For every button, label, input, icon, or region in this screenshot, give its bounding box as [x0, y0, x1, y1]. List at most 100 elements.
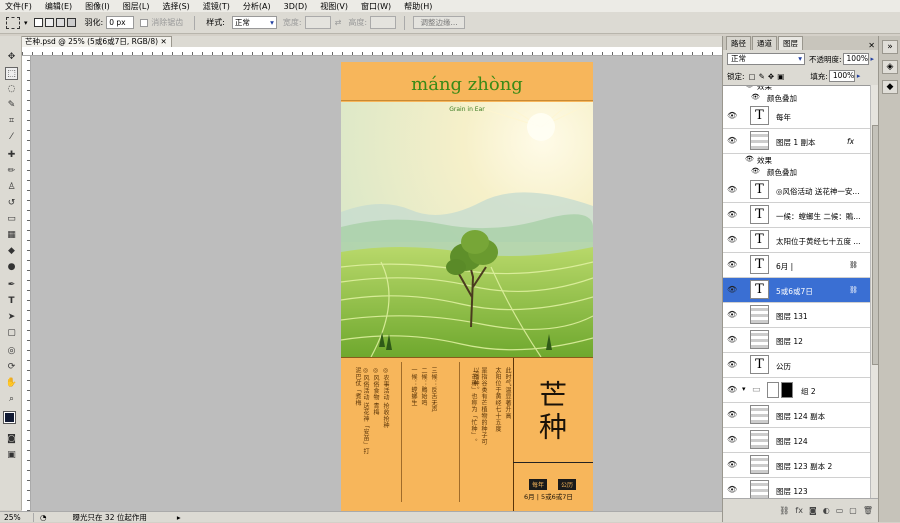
height-input[interactable]: [370, 16, 397, 29]
close-icon[interactable]: ✕: [160, 37, 166, 46]
shape-tool-icon[interactable]: ▢: [5, 327, 18, 340]
clone-stamp-icon[interactable]: ♙: [5, 181, 18, 194]
fx-icon[interactable]: fx: [847, 137, 854, 146]
menu-edit[interactable]: 编辑(E): [45, 1, 72, 12]
add-style-icon[interactable]: fx: [795, 506, 803, 515]
path-select-icon[interactable]: ➤: [5, 311, 18, 324]
layer-effect-row[interactable]: 👁 效果: [723, 86, 870, 92]
effect-visibility-icon[interactable]: 👁: [745, 86, 754, 89]
layer-row[interactable]: 👁 T 公历: [723, 353, 870, 378]
visibility-eye-icon[interactable]: 👁: [727, 385, 737, 394]
menu-filter[interactable]: 滤镜(T): [203, 1, 230, 12]
move-tool-icon[interactable]: ✥: [5, 51, 18, 64]
expand-group-icon[interactable]: ▾: [742, 385, 746, 393]
3d-orbit-icon[interactable]: ⟳: [5, 361, 18, 374]
visibility-eye-icon[interactable]: 👁: [727, 235, 737, 244]
delete-layer-icon[interactable]: 🗑: [863, 506, 873, 515]
document-canvas[interactable]: máng zhòng Grain in Ear ◎风俗活动 送花神「安苗」打泥巴…: [341, 62, 593, 511]
subtract-selection-icon[interactable]: [55, 18, 65, 27]
panel-close-icon[interactable]: ✕: [868, 41, 875, 50]
layer-row[interactable]: 👁 T 6月 | ⛓: [723, 253, 870, 278]
width-input[interactable]: [304, 16, 331, 29]
fill-arrow-icon[interactable]: ▸: [857, 72, 861, 80]
layer-row[interactable]: 👁 T 每年: [723, 104, 870, 129]
tab-paths[interactable]: 路径: [726, 36, 751, 50]
layer-row[interactable]: 👁 T 太阳位于黄经七十五度 ...: [723, 228, 870, 253]
visibility-eye-icon[interactable]: 👁: [727, 360, 737, 369]
layer-row[interactable]: 👁 图层 12: [723, 328, 870, 353]
swap-dimensions-icon[interactable]: ⇄: [335, 18, 342, 27]
lock-transparency-icon[interactable]: ▢: [749, 72, 756, 81]
vector-mask-thumbnail[interactable]: [781, 382, 793, 398]
status-arrow-icon[interactable]: ▸: [177, 513, 181, 522]
menu-layer[interactable]: 图层(L): [123, 1, 150, 12]
document-tab[interactable]: 芒种.psd @ 25% (5或6或7日, RGB/8) ✕: [20, 36, 172, 47]
new-layer-icon[interactable]: ▢: [849, 506, 857, 515]
visibility-eye-icon[interactable]: 👁: [727, 210, 737, 219]
quick-mask-icon[interactable]: ◙: [5, 433, 18, 446]
dock-panel-icon-1[interactable]: ◈: [882, 60, 898, 74]
visibility-eye-icon[interactable]: 👁: [727, 460, 737, 469]
feather-input[interactable]: 0 px: [106, 16, 135, 29]
intersect-selection-icon[interactable]: [66, 18, 76, 27]
lock-pixels-icon[interactable]: ✎: [759, 72, 765, 81]
visibility-eye-icon[interactable]: 👁: [727, 335, 737, 344]
foreground-color-swatch[interactable]: [3, 411, 16, 424]
brush-tool-icon[interactable]: ✏: [5, 165, 18, 178]
style-select[interactable]: 正常 ▾: [231, 16, 277, 29]
menu-analysis[interactable]: 分析(A): [243, 1, 271, 12]
tab-layers[interactable]: 图层: [778, 36, 803, 50]
screen-mode-icon[interactable]: ▣: [5, 449, 18, 462]
hand-tool-icon[interactable]: ✋: [5, 377, 18, 390]
gradient-tool-icon[interactable]: ▦: [5, 229, 18, 242]
add-mask-icon[interactable]: ◙: [809, 506, 817, 515]
layer-row[interactable]: 👁 图层 131: [723, 303, 870, 328]
lock-position-icon[interactable]: ✥: [768, 72, 774, 81]
tool-preset-dropdown-icon[interactable]: ▾: [24, 19, 28, 27]
menu-image[interactable]: 图像(I): [85, 1, 110, 12]
menu-help[interactable]: 帮助(H): [404, 1, 432, 12]
healing-brush-icon[interactable]: ✚: [5, 149, 18, 162]
add-selection-icon[interactable]: [44, 18, 54, 27]
dock-collapse-icon[interactable]: »: [882, 40, 898, 54]
layer-row[interactable]: 👁 图层 124: [723, 428, 870, 453]
quick-select-tool-icon[interactable]: ✎: [5, 99, 18, 112]
menu-3d[interactable]: 3D(D): [284, 2, 308, 11]
eraser-tool-icon[interactable]: ▭: [5, 213, 18, 226]
visibility-eye-icon[interactable]: 👁: [727, 136, 737, 145]
visibility-eye-icon[interactable]: 👁: [727, 410, 737, 419]
new-selection-icon[interactable]: [33, 18, 43, 27]
type-tool-icon[interactable]: T: [5, 295, 18, 308]
menu-select[interactable]: 选择(S): [162, 1, 189, 12]
zoom-level[interactable]: 25%: [0, 512, 34, 522]
visibility-eye-icon[interactable]: 👁: [727, 310, 737, 319]
layer-effect-row[interactable]: 👁 颜色叠加: [723, 92, 870, 104]
visibility-eye-icon[interactable]: 👁: [727, 111, 737, 120]
effect-visibility-icon[interactable]: 👁: [751, 93, 760, 101]
layer-row[interactable]: 👁 T ◎风俗活动 送花神一安...: [723, 178, 870, 203]
blur-tool-icon[interactable]: ◆: [5, 245, 18, 258]
layer-effect-row[interactable]: 👁 效果: [723, 154, 870, 166]
link-layers-icon[interactable]: ⛓: [779, 506, 789, 515]
marquee-tool-icon[interactable]: ⬚: [5, 67, 18, 80]
menu-window[interactable]: 窗口(W): [361, 1, 391, 12]
history-brush-icon[interactable]: ↺: [5, 197, 18, 210]
zoom-tool-icon[interactable]: ⌕: [5, 393, 18, 406]
effect-visibility-icon[interactable]: 👁: [751, 167, 760, 175]
layer-effect-row[interactable]: 👁 颜色叠加: [723, 166, 870, 178]
lock-all-icon[interactable]: ▣: [777, 72, 784, 81]
new-group-icon[interactable]: ▭: [836, 506, 844, 515]
marquee-tool-icon[interactable]: [6, 16, 20, 29]
layer-row[interactable]: 👁 ▾ ▭ 组 2: [723, 378, 870, 403]
visibility-eye-icon[interactable]: 👁: [727, 485, 737, 494]
layer-row[interactable]: 👁 图层 123: [723, 478, 870, 498]
visibility-eye-icon[interactable]: 👁: [727, 185, 737, 194]
canvas-area[interactable]: máng zhòng Grain in Ear ◎风俗活动 送花神「安苗」打泥巴…: [31, 56, 722, 511]
group-mask-thumbnail[interactable]: [767, 382, 779, 398]
dock-panel-icon-2[interactable]: ◆: [882, 80, 898, 94]
eyedropper-tool-icon[interactable]: ⁄: [5, 131, 18, 144]
layer-list[interactable]: 👁 效果 👁 颜色叠加 👁 T 每年 👁 图层 1 副本 fx 👁 效果 👁 颜色叠加 👁 T ◎风俗活动 送花…: [723, 85, 870, 498]
blend-mode-select[interactable]: 正常 ▾: [727, 53, 805, 65]
layer-row[interactable]: 👁 图层 1 副本 fx: [723, 129, 870, 154]
crop-tool-icon[interactable]: ⌗: [5, 115, 18, 128]
